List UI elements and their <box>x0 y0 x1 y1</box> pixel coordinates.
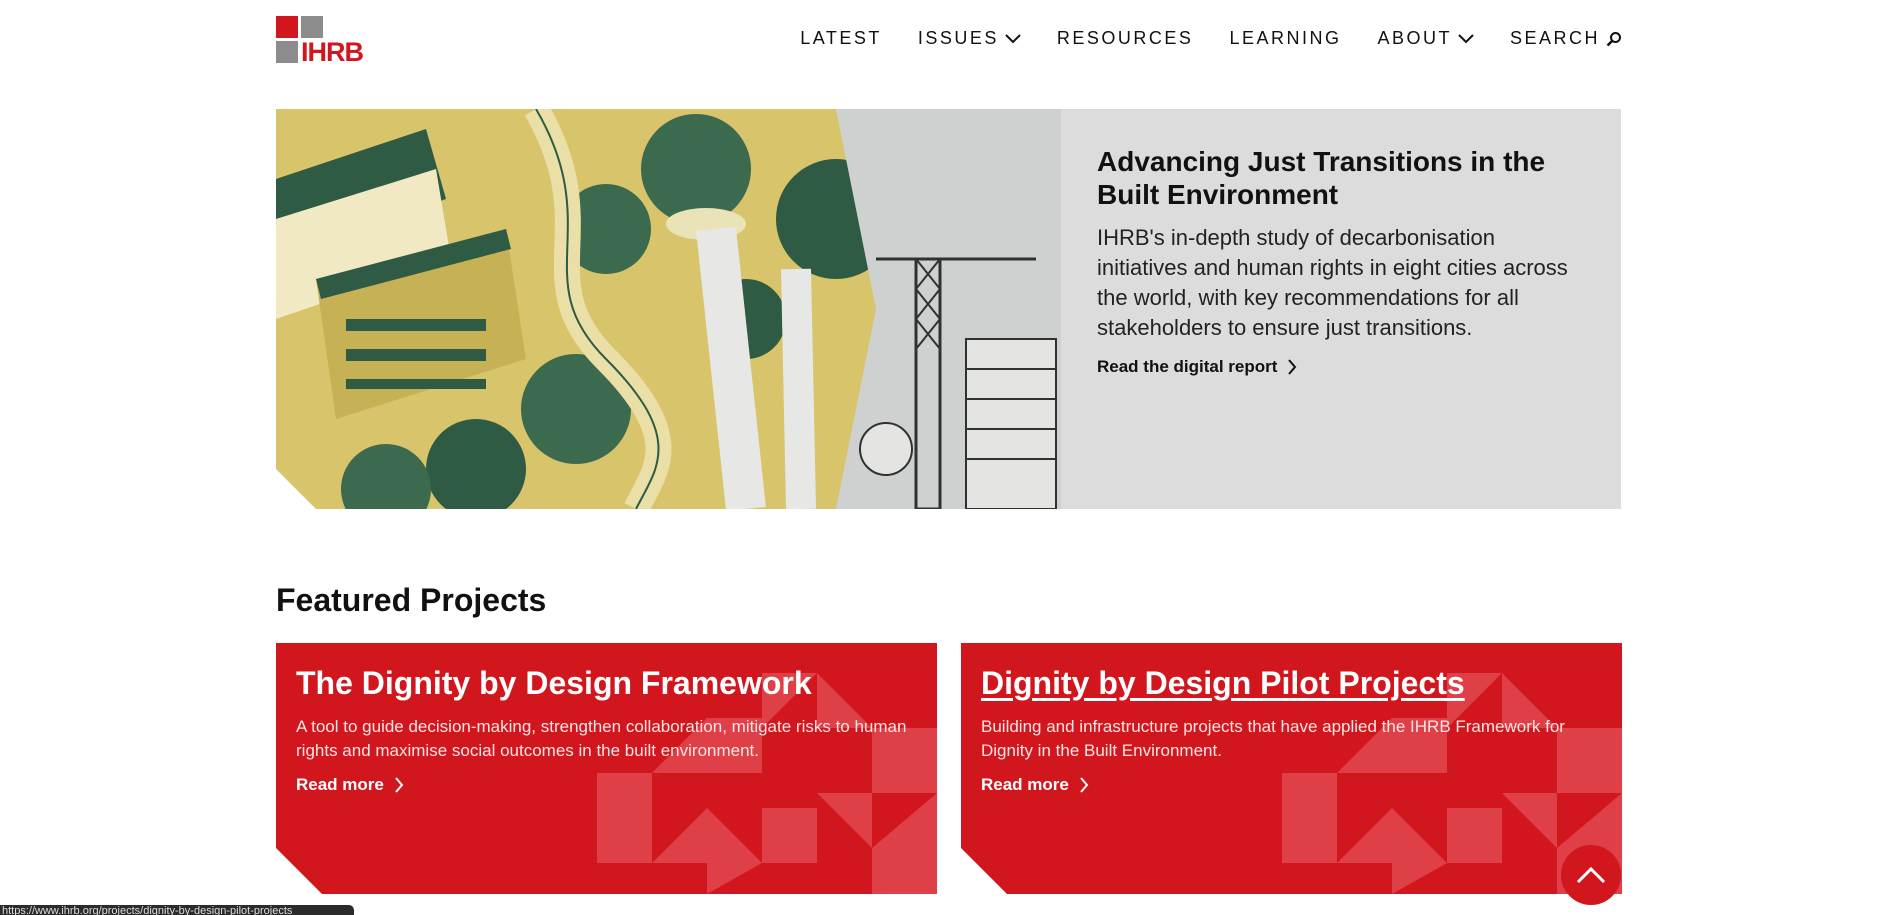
hero-panel: Advancing Just Transitions in the Built … <box>1061 109 1621 509</box>
chevron-right-icon <box>1288 359 1297 375</box>
card-corner-cut <box>276 848 322 894</box>
read-digital-report-link[interactable]: Read the digital report <box>1097 357 1585 377</box>
card-corner-cut <box>961 848 1007 894</box>
ihrb-logo[interactable]: IHRB <box>276 16 364 67</box>
nav-item-search[interactable]: SEARCH <box>1510 28 1622 49</box>
nav-label: SEARCH <box>1509 28 1600 48</box>
chevron-up-icon <box>1576 866 1606 884</box>
logo-text: IHRB <box>301 37 364 67</box>
status-bar-url: https://www.ihrb.org/projects/dignity-by… <box>0 905 354 915</box>
read-more-label: Read more <box>981 775 1069 794</box>
hero-title[interactable]: Advancing Just Transitions in the Built … <box>1097 145 1585 211</box>
hero-link-label: Read the digital report <box>1097 357 1278 376</box>
nav-item-issues[interactable]: ISSUES <box>918 28 1021 49</box>
hero-feature: Advancing Just Transitions in the Built … <box>276 109 1621 509</box>
hero-description: IHRB's in-depth study of decarbonisation… <box>1097 225 1568 340</box>
nav-label: LATEST <box>800 28 882 48</box>
logo-square-grey <box>301 16 323 38</box>
nav-label: LEARNING <box>1229 28 1342 48</box>
chevron-right-icon <box>1080 777 1089 793</box>
nav-item-about[interactable]: ABOUT <box>1377 28 1474 49</box>
nav-label: ABOUT <box>1377 28 1452 48</box>
featured-projects-heading: Featured Projects <box>276 582 547 618</box>
search-icon <box>1606 31 1621 46</box>
chevron-down-icon <box>1005 33 1021 43</box>
logo-square-grey <box>276 41 298 63</box>
card-description: A tool to guide decision-making, strengt… <box>296 717 907 760</box>
logo-square-red <box>276 16 298 38</box>
card-title[interactable]: The Dignity by Design Framework <box>296 663 917 703</box>
nav-item-learning[interactable]: LEARNING <box>1229 28 1341 49</box>
read-more-link[interactable]: Read more <box>296 775 917 795</box>
chevron-down-icon <box>1458 33 1474 43</box>
built-environment-illustration[interactable] <box>276 109 1061 509</box>
project-card-pilot-projects[interactable]: Dignity by Design Pilot Projects Buildin… <box>961 643 1622 894</box>
chevron-right-icon <box>395 777 404 793</box>
card-description: Building and infrastructure projects tha… <box>981 717 1565 760</box>
nav-label: ISSUES <box>917 28 999 48</box>
back-to-top-button[interactable] <box>1561 845 1621 905</box>
project-card-framework[interactable]: The Dignity by Design Framework A tool t… <box>276 643 937 894</box>
main-nav: LATEST ISSUES RESOURCES LEARNING ABOUT S… <box>800 28 1622 49</box>
nav-item-resources[interactable]: RESOURCES <box>1057 28 1194 49</box>
nav-item-latest[interactable]: LATEST <box>800 28 882 49</box>
read-more-link[interactable]: Read more <box>981 775 1602 795</box>
nav-label: RESOURCES <box>1056 28 1194 48</box>
card-title[interactable]: Dignity by Design Pilot Projects <box>981 663 1602 703</box>
read-more-label: Read more <box>296 775 384 794</box>
